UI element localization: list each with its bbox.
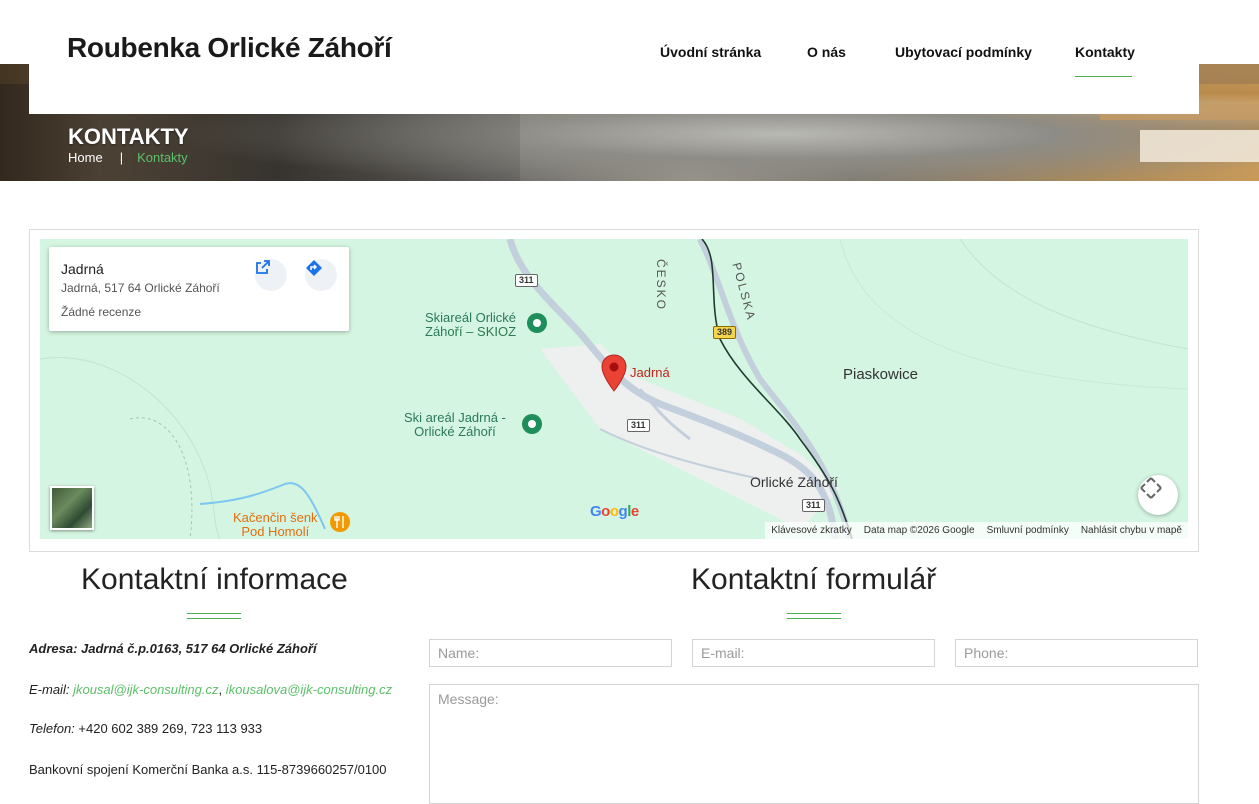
- phone-label: Telefon:: [29, 721, 75, 736]
- move-arrows-icon: [1140, 477, 1162, 499]
- breadcrumb-home[interactable]: Home: [68, 150, 103, 165]
- map-label-line: Skiareál Orlické: [425, 310, 517, 325]
- map-label-ski-jadrna[interactable]: Ski areál Jadrná - Orlické Záhoří: [404, 411, 506, 439]
- map-attribution-bar: Klávesové zkratky Data map ©2026 Google …: [765, 522, 1188, 539]
- name-input[interactable]: [429, 639, 672, 667]
- phone-input[interactable]: [955, 639, 1198, 667]
- terms-link[interactable]: Smluvní podmínky: [987, 525, 1069, 536]
- map-frame: Jadrná Jadrná, 517 64 Orlické Záhoří Žád…: [29, 229, 1199, 552]
- google-logo: Google: [590, 503, 639, 520]
- nav-item-accommodation[interactable]: Ubytovací podmínky: [895, 44, 1032, 60]
- road-shield-311: 311: [627, 419, 650, 432]
- place-reviews[interactable]: Žádné recenze: [61, 305, 141, 319]
- contact-address: Adresa: Jadrná č.p.0163, 517 64 Orlické …: [29, 641, 317, 656]
- nav-item-contacts[interactable]: Kontakty: [1075, 44, 1135, 60]
- road-shield-389: 389: [713, 326, 737, 339]
- ski-poi-icon[interactable]: [521, 413, 543, 435]
- email-link-2[interactable]: ikousalova@ijk-consulting.cz: [226, 682, 392, 697]
- map-label-jadrna[interactable]: Jadrná: [630, 366, 670, 380]
- hero-beam: [1140, 130, 1259, 162]
- email-link-1[interactable]: jkousal@ijk-consulting.cz: [73, 682, 218, 697]
- place-info-card: Jadrná Jadrná, 517 64 Orlické Záhoří Žád…: [49, 247, 349, 331]
- location-pin-icon[interactable]: [601, 354, 627, 392]
- map-label-orlicke-zahori[interactable]: Orlické Záhoří: [750, 475, 838, 489]
- open-in-maps-button[interactable]: [255, 259, 287, 291]
- contact-email-line: E-mail: jkousal@ijk-consulting.cz, ikous…: [29, 682, 392, 697]
- map-label-line: Orlické Záhoří: [414, 424, 496, 439]
- map-label-piaskowice[interactable]: Piaskowice: [843, 367, 918, 382]
- email-label: E-mail:: [29, 682, 70, 697]
- email-separator: ,: [218, 682, 223, 697]
- restaurant-poi-icon[interactable]: [329, 511, 351, 533]
- breadcrumb-separator: |: [119, 150, 124, 165]
- keyboard-shortcuts-link[interactable]: Klávesové zkratky: [771, 525, 852, 536]
- place-address: Jadrná, 517 64 Orlické Záhoří: [61, 281, 220, 295]
- nav-active-underline: [1075, 76, 1132, 77]
- phone-number: +420 602 389 269, 723 113 933: [78, 721, 263, 736]
- contact-form-title: Kontaktní formulář: [691, 563, 937, 596]
- map-label-line: Kačenčin šenk: [233, 510, 318, 525]
- directions-button[interactable]: [305, 259, 337, 291]
- map-label-line: Ski areál Jadrná -: [404, 410, 506, 425]
- place-name: Jadrná: [61, 261, 104, 277]
- report-error-link[interactable]: Nahlásit chybu v mapě: [1081, 525, 1182, 536]
- site-title[interactable]: Roubenka Orlické Záhoří: [67, 32, 392, 64]
- page-title: KONTAKTY: [68, 124, 189, 149]
- map-label-line: Záhoří – SKIOZ: [425, 324, 517, 339]
- road-shield-311: 311: [802, 499, 825, 512]
- external-link-icon: [256, 260, 270, 274]
- map-label-line: Pod Homolí: [241, 524, 310, 539]
- contact-info-title: Kontaktní informace: [81, 563, 348, 596]
- email-input[interactable]: [692, 639, 935, 667]
- title-decoration: [187, 613, 241, 619]
- contact-phone-line: Telefon: +420 602 389 269, 723 113 933: [29, 721, 262, 736]
- map-camera-control-button[interactable]: [1138, 475, 1178, 515]
- map-label-border-cz: ČESKO: [654, 259, 668, 312]
- directions-icon: [306, 260, 322, 276]
- map-data-credit: Data map ©2026 Google: [863, 525, 975, 536]
- map-label-kacencin[interactable]: Kačenčin šenk Pod Homolí: [233, 511, 318, 539]
- breadcrumb-current: Kontakty: [137, 150, 188, 165]
- message-input[interactable]: [429, 684, 1199, 804]
- nav-item-about[interactable]: O nás: [807, 44, 846, 60]
- map-label-skioz[interactable]: Skiareál Orlické Záhoří – SKIOZ: [425, 311, 516, 339]
- road-shield-311: 311: [515, 274, 538, 287]
- breadcrumb: Home | Kontakty: [68, 150, 188, 165]
- nav-item-home[interactable]: Úvodní stránka: [660, 44, 761, 60]
- site-header: Roubenka Orlické Záhoří Úvodní stránka O…: [29, 0, 1199, 114]
- satellite-toggle[interactable]: [50, 486, 94, 530]
- ski-poi-icon[interactable]: [526, 312, 548, 334]
- map-canvas[interactable]: Jadrná Jadrná, 517 64 Orlické Záhoří Žád…: [40, 239, 1188, 539]
- bank-details: Bankovní spojení Komerční Banka a.s. 115…: [29, 762, 387, 777]
- title-decoration: [787, 613, 841, 619]
